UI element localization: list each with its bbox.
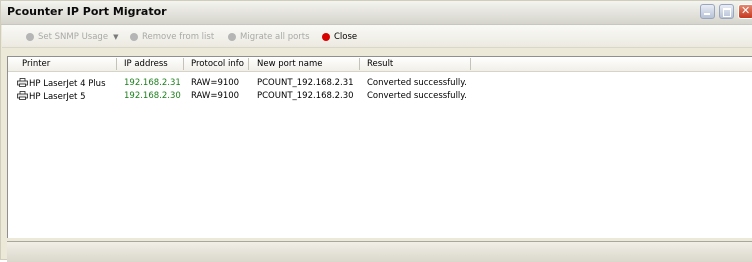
close-button[interactable]: Close (322, 30, 357, 43)
gray-dot-icon (228, 32, 236, 41)
migrate-all-ports-button[interactable]: Migrate all ports (228, 30, 310, 43)
column-divider[interactable] (116, 58, 117, 70)
window-title: Pcounter IP Port Migrator (7, 5, 167, 18)
gray-dot-icon (26, 32, 34, 41)
column-header-ip-address[interactable]: IP address (124, 59, 168, 70)
status-bar (7, 241, 752, 262)
result-cell: Converted successfully. (367, 91, 467, 101)
printer-icon (17, 78, 28, 87)
printer-cell: HP LaserJet 5 (17, 91, 86, 102)
new-port-name-cell: PCOUNT_192.168.2.30 (257, 91, 354, 101)
list-header: Printer IP address Protocol info New por… (8, 57, 752, 72)
column-header-protocol-info[interactable]: Protocol info (191, 59, 244, 70)
close-icon[interactable]: ✕ (738, 4, 752, 19)
protocol-info-cell: RAW=9100 (191, 91, 240, 101)
migrate-all-ports-label: Migrate all ports (240, 31, 310, 42)
column-header-printer[interactable]: Printer (22, 59, 50, 70)
column-divider[interactable] (359, 58, 360, 70)
set-snmp-usage-button[interactable]: Set SNMP Usage ▼ (26, 30, 118, 43)
toolbar: Set SNMP Usage ▼ Remove from list Migrat… (2, 25, 752, 48)
remove-from-list-label: Remove from list (142, 31, 215, 42)
printer-name: HP LaserJet 5 (29, 92, 86, 102)
maximize-icon[interactable] (719, 4, 734, 19)
column-divider[interactable] (470, 58, 471, 70)
column-header-result[interactable]: Result (367, 59, 393, 70)
dropdown-arrow-icon[interactable]: ▼ (113, 33, 118, 41)
title-bar[interactable]: Pcounter IP Port Migrator ✕ (1, 1, 752, 25)
table-row[interactable]: HP LaserJet 4 Plus 192.168.2.31 RAW=9100… (8, 78, 752, 90)
printer-name: HP LaserJet 4 Plus (29, 79, 106, 89)
column-divider[interactable] (183, 58, 184, 70)
column-header-new-port-name[interactable]: New port name (257, 59, 322, 70)
column-divider[interactable] (248, 58, 249, 70)
red-dot-icon (322, 32, 330, 41)
result-cell: Converted successfully. (367, 78, 467, 88)
table-row[interactable]: HP LaserJet 5 192.168.2.30 RAW=9100 PCOU… (8, 91, 752, 103)
close-label: Close (334, 31, 358, 42)
protocol-info-cell: RAW=9100 (191, 78, 240, 88)
port-list[interactable]: Printer IP address Protocol info New por… (7, 56, 752, 238)
minimize-icon[interactable] (700, 4, 715, 19)
ip-address-cell: 192.168.2.30 (124, 91, 181, 101)
printer-icon (17, 91, 28, 100)
new-port-name-cell: PCOUNT_192.168.2.31 (257, 78, 354, 88)
gray-dot-icon (130, 32, 138, 41)
app-window: Pcounter IP Port Migrator ✕ Set SNMP Usa… (0, 0, 752, 262)
printer-cell: HP LaserJet 4 Plus (17, 78, 106, 89)
ip-address-cell: 192.168.2.31 (124, 78, 181, 88)
remove-from-list-button[interactable]: Remove from list (130, 30, 214, 43)
set-snmp-usage-label: Set SNMP Usage (38, 31, 109, 42)
